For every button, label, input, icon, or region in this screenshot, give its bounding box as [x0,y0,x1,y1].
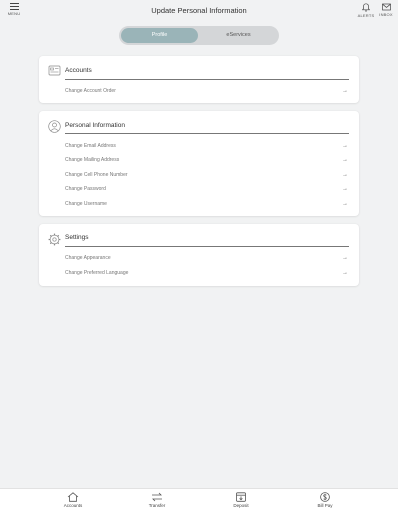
personal-information-card: Personal Information Change Email Addres… [39,111,359,216]
deposit-icon [236,492,246,502]
alerts-button[interactable]: ALERTS [357,3,375,18]
tab-label: Accounts [63,503,83,508]
change-preferred-language-link[interactable]: Change Preferred Language → [65,268,349,278]
settings-section-title: Settings [65,234,89,241]
change-cell-phone-number-link[interactable]: Change Cell Phone Number → [65,170,349,180]
personal-information-section-title: Personal Information [65,122,125,129]
page-title: Update Personal Information [151,6,247,15]
alerts-label: ALERTS [357,13,375,18]
row-label: Change Preferred Language [65,270,129,276]
row-label: Change Username [65,201,107,207]
accounts-icon [48,65,61,76]
tab-label: Transfer [148,503,166,508]
change-account-order-link[interactable]: Change Account Order → [65,86,349,96]
row-label: Change Password [65,186,106,192]
tab-bill-pay[interactable]: Bill Pay [305,492,345,508]
arrow-right-icon: → [342,88,348,94]
bill-pay-icon [320,492,330,502]
bell-icon [362,3,370,12]
arrow-right-icon: → [342,270,348,276]
change-username-link[interactable]: Change Username → [65,199,349,209]
tab-deposit[interactable]: Deposit [221,492,261,508]
arrow-right-icon: → [342,201,348,207]
tab-accounts[interactable]: Accounts [53,492,93,508]
change-mailing-address-link[interactable]: Change Mailing Address → [65,155,349,165]
divider [65,246,349,247]
change-password-link[interactable]: Change Password → [65,184,349,194]
arrow-right-icon: → [342,143,348,149]
bottom-tab-bar: Accounts Transfer Deposit Bill Pay [0,488,398,512]
arrow-right-icon: → [342,157,348,163]
row-label: Change Cell Phone Number [65,172,128,178]
arrow-right-icon: → [342,186,348,192]
row-label: Change Account Order [65,88,116,94]
tab-eservices[interactable]: eServices [200,28,277,43]
tab-label: Deposit [233,503,249,508]
accounts-card: Accounts Change Account Order → [39,56,359,103]
inbox-button[interactable]: INBOX [377,3,395,17]
profile-eservices-toggle: Profile eServices [119,26,279,45]
home-icon [67,492,79,502]
accounts-section-title: Accounts [65,67,92,74]
tab-transfer[interactable]: Transfer [137,492,177,508]
divider [65,133,349,134]
inbox-label: INBOX [379,12,393,17]
arrow-right-icon: → [342,172,348,178]
row-label: Change Email Address [65,143,116,149]
settings-card: Settings Change Appearance → Change Pref… [39,224,359,286]
change-email-address-link[interactable]: Change Email Address → [65,141,349,151]
envelope-icon [381,3,391,11]
top-bar: MENU Update Personal Information ALERTS … [0,0,398,22]
divider [65,79,349,80]
tab-label: Bill Pay [317,503,333,508]
user-icon [48,120,61,133]
row-label: Change Appearance [65,255,111,261]
change-appearance-link[interactable]: Change Appearance → [65,253,349,263]
arrow-right-icon: → [342,255,348,261]
transfer-icon [152,492,162,502]
tab-profile[interactable]: Profile [121,28,198,43]
gear-icon [48,233,61,246]
row-label: Change Mailing Address [65,157,120,163]
